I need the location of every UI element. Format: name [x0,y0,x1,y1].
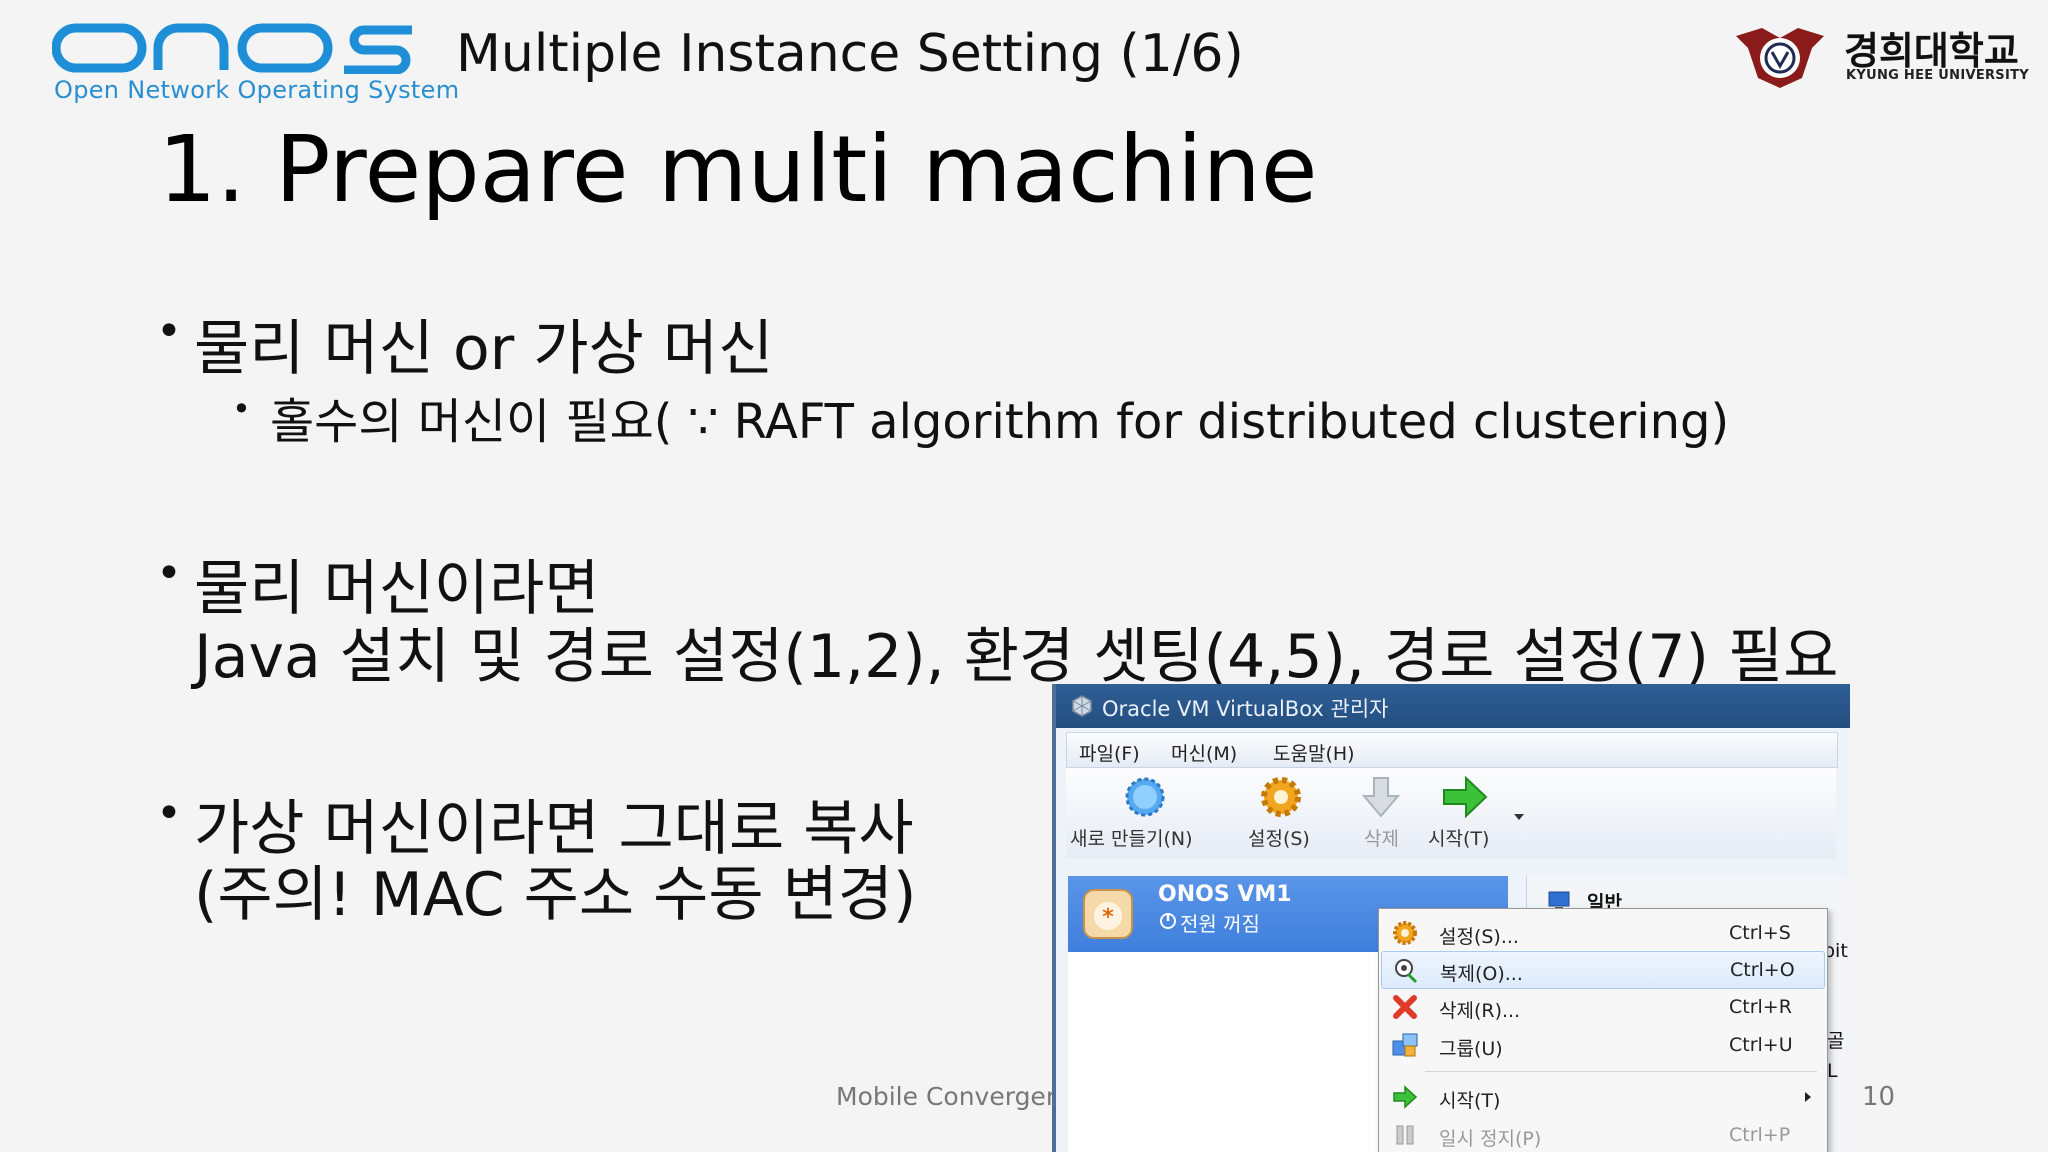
onos-logo: Open Network Operating System [52,22,459,112]
power-off-icon [1160,913,1176,929]
gear-icon [1261,777,1301,817]
virtualbox-icon [1072,695,1092,717]
vm-name: ONOS VM1 [1158,882,1292,907]
virtualbox-window: Oracle VM VirtualBox 관리자 파일(F) 머신(M) 도움말… [1052,684,1850,1152]
ctx-item-pause[interactable]: 일시 정지(P) Ctrl+P [1381,1117,1823,1152]
green-arrow-icon [1443,775,1488,819]
vm-os-icon: * [1083,889,1133,939]
gear-icon [1393,921,1417,945]
submenu-arrow-icon [1805,1092,1811,1102]
menu-help[interactable]: 도움말(H) [1273,739,1355,766]
toolbar-start-label: 시작(T) [1428,828,1490,850]
ctx-label: 설정(S)... [1439,926,1519,948]
toolbar: 새로 만들기(N) 설정(S) 삭제 시작(T) [1066,768,1836,858]
onos-wordmark-icon [52,23,412,74]
ctx-item-delete[interactable]: 삭제(R)... Ctrl+R [1381,989,1823,1025]
university-emblem-icon [1736,28,1824,88]
pause-icon [1396,1125,1414,1145]
bullet-1-line-1: 물리 머신 or 가상 머신 [194,314,774,384]
menu-bar: 파일(F) 머신(M) 도움말(H) [1066,732,1838,768]
page-number: 10 [1862,1082,1896,1112]
down-arrow-icon [1361,777,1401,818]
clipped-text: 골 [1827,1030,1845,1052]
bullet-2-line-2: Java 설치 및 경로 설정(1,2), 환경 셋팅(4,5), 경로 설정(… [194,622,1839,692]
ctx-item-clone[interactable]: 복제(O)... Ctrl+O [1381,951,1825,989]
green-arrow-icon [1393,1085,1418,1109]
sub-bullet-dot: • [232,390,251,428]
menu-machine[interactable]: 머신(M) [1171,739,1237,766]
toolbar-settings-label: 설정(S) [1248,828,1310,850]
header-title: Multiple Instance Setting (1/6) [456,24,1244,84]
ctx-item-start[interactable]: 시작(T) [1381,1079,1823,1115]
new-vm-icon [1125,777,1165,817]
menu-file[interactable]: 파일(F) [1079,739,1140,766]
group-icon [1392,1033,1418,1057]
clone-sheep-icon [1395,959,1418,984]
ctx-label: 삭제(R)... [1439,1000,1521,1022]
context-menu: 설정(S)... Ctrl+S 복제(O)... Ctrl+O 삭제(R)...… [1378,908,1828,1152]
bullet-3-line-2: (주의! MAC 주소 수동 변경) [194,860,917,930]
ctx-label: 복제(O)... [1440,963,1523,985]
toolbar-new-label: 새로 만들기(N) [1070,828,1193,850]
university-subtitle: KYUNG HEE UNIVERSITY [1846,68,2029,83]
ctx-label: 일시 정지(P) [1439,1128,1542,1150]
chevron-down-icon[interactable] [1512,812,1526,822]
ctx-label: 시작(T) [1439,1090,1501,1112]
bullet-dot: • [156,788,182,839]
university-name: 경희대학교 [1844,29,2019,73]
vm-state: 전원 꺼짐 [1180,912,1260,936]
footer-text: Mobile Convergen [836,1082,1062,1111]
svg-text:*: * [1102,905,1114,930]
window-title: Oracle VM VirtualBox 관리자 [1102,697,1389,721]
bullet-1-sub-1: 홀수의 머신이 필요( ∵ RAFT algorithm for distrib… [270,394,1730,450]
toolbar-delete-label: 삭제 [1364,828,1399,850]
window-titlebar[interactable]: Oracle VM VirtualBox 관리자 [1056,684,1850,728]
ctx-item-group[interactable]: 그룹(U) Ctrl+U [1381,1027,1823,1063]
clipped-text: L [1827,1060,1838,1082]
ctx-shortcut: Ctrl+P [1729,1124,1791,1146]
red-x-icon [1393,995,1417,1019]
ctx-item-settings[interactable]: 설정(S)... Ctrl+S [1381,915,1823,951]
bullet-dot: • [156,548,182,599]
logo-subtitle: Open Network Operating System [54,76,460,104]
bullet-dot: • [156,306,182,357]
ctx-label: 그룹(U) [1439,1038,1503,1060]
ctx-shortcut: Ctrl+U [1729,1034,1793,1056]
ctx-shortcut: Ctrl+S [1729,922,1791,944]
menu-separator [1425,1071,1817,1072]
ctx-shortcut: Ctrl+O [1730,959,1795,981]
slide-title: 1. Prepare multi machine [158,116,1318,223]
ctx-shortcut: Ctrl+R [1729,996,1792,1018]
